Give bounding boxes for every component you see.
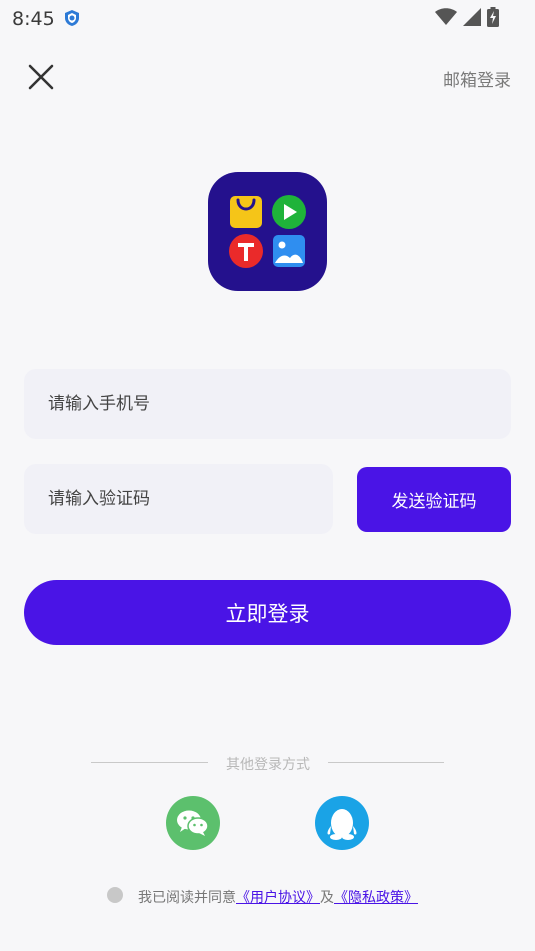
privacy-policy-link[interactable]: 《隐私政策》 [334, 890, 418, 906]
divider-left [91, 762, 208, 763]
qq-login-button[interactable] [315, 796, 369, 850]
wechat-login-button[interactable] [166, 796, 220, 850]
image-icon [273, 235, 305, 267]
signal-icon [463, 8, 481, 26]
vpn-icon [65, 10, 79, 26]
qq-icon [327, 809, 357, 840]
verification-code-input[interactable] [24, 464, 333, 534]
status-time: 8:45 [12, 8, 55, 30]
wechat-icon [177, 810, 209, 836]
agreement-and: 及 [320, 890, 334, 906]
app-logo [208, 172, 327, 291]
battery-charging-icon [487, 7, 499, 27]
status-icons [435, 7, 499, 27]
email-login-link[interactable]: 邮箱登录 [443, 66, 511, 91]
text-t-icon [229, 234, 263, 268]
play-icon [272, 195, 306, 229]
divider-right [328, 762, 444, 763]
agreement-checkbox[interactable] [107, 887, 123, 903]
phone-input[interactable] [24, 369, 511, 439]
login-button[interactable]: 立即登录 [24, 580, 511, 645]
shopping-bag-icon [230, 196, 262, 228]
other-login-label: 其他登录方式 [226, 757, 310, 773]
send-code-button[interactable]: 发送验证码 [357, 467, 511, 532]
agreement-prefix: 我已阅读并同意 [138, 890, 236, 906]
close-icon[interactable] [24, 60, 58, 94]
wifi-icon [435, 8, 457, 25]
agreement-text: 我已阅读并同意《用户协议》及《隐私政策》 [138, 887, 418, 907]
user-agreement-link[interactable]: 《用户协议》 [236, 890, 320, 906]
